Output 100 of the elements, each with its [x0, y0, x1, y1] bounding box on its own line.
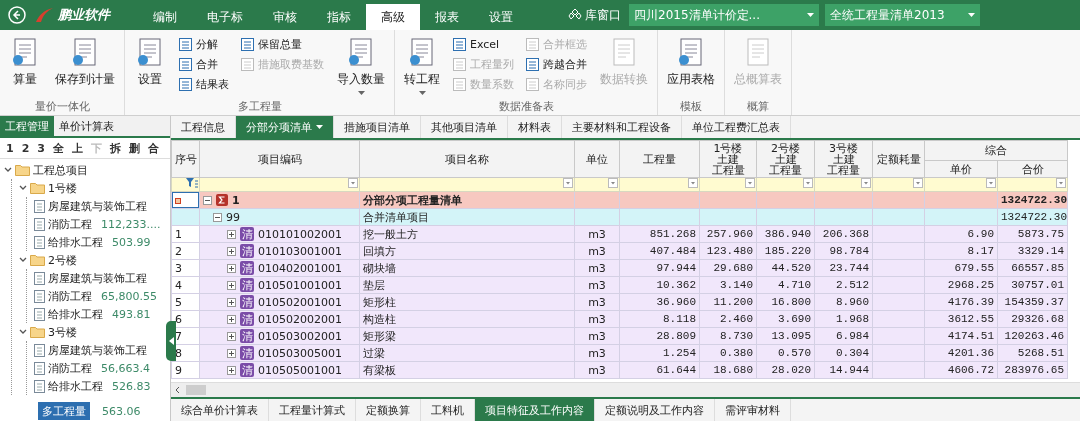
collapse-icon[interactable]	[203, 195, 212, 205]
collapse-icon[interactable]	[213, 212, 222, 222]
item-code: 010501001001	[258, 278, 342, 292]
tree-item-value: 503.99	[112, 235, 151, 249]
tree-item[interactable]: 消防工程	[48, 360, 92, 376]
tree-item[interactable]: 消防工程	[48, 216, 92, 232]
ribbon-button[interactable]: 保存到计量	[52, 34, 118, 99]
detail-tab[interactable]: 定额说明及工作内容	[595, 399, 715, 421]
menu-tab[interactable]: 指标	[312, 4, 366, 30]
column-header: 3号楼 土建 工程量	[814, 140, 873, 178]
group-label: 模板	[679, 99, 703, 115]
expand-icon[interactable]	[227, 314, 236, 324]
tree-tool-button[interactable]: 3	[34, 141, 48, 155]
detail-tab[interactable]: 定额换算	[356, 399, 421, 421]
sidebar-tab[interactable]: 单价计算表	[54, 116, 119, 136]
sheet-tab[interactable]: 分部分项清单	[236, 116, 334, 138]
detail-tab[interactable]: 工程量计算式	[269, 399, 356, 421]
menu-tab[interactable]: 设置	[474, 4, 528, 30]
tree-item[interactable]: 给排水工程	[48, 378, 103, 394]
tree-tool-button[interactable]: 上	[68, 140, 86, 156]
bottom-tab[interactable]: 多工程量	[38, 402, 90, 420]
tree-tool-button[interactable]: 2	[18, 141, 33, 155]
sheet-tab[interactable]: 材料表	[508, 116, 562, 138]
chevron-down-icon[interactable]	[19, 184, 27, 192]
ribbon-button[interactable]: 跨越合并	[524, 56, 589, 73]
chevron-down-icon[interactable]	[4, 166, 12, 174]
collapse-handle[interactable]	[166, 321, 176, 361]
tree-item-value: 493.81	[112, 307, 151, 321]
tree-item[interactable]: 给排水工程	[48, 306, 103, 322]
expand-icon[interactable]	[227, 280, 236, 290]
ribbon-button[interactable]: 算量	[6, 34, 44, 99]
document-icon	[34, 235, 45, 249]
folder-icon	[30, 326, 45, 338]
detail-tab[interactable]: 综合单价计算表	[171, 399, 269, 421]
expand-icon[interactable]	[227, 229, 236, 239]
ribbon-button[interactable]: 结果表	[177, 76, 231, 93]
ribbon-button[interactable]: 保留总量	[239, 36, 326, 53]
horizontal-scrollbar[interactable]	[171, 382, 1080, 397]
scrollbar-thumb[interactable]	[186, 385, 206, 395]
tree-item[interactable]: 房屋建筑与装饰工程	[48, 270, 147, 286]
sheet-tab[interactable]: 单位工程费汇总表	[682, 116, 791, 138]
folder-icon	[15, 164, 30, 176]
tree-item[interactable]: 工程总项目	[33, 162, 88, 178]
tree-tool-button[interactable]: 1	[3, 141, 17, 155]
column-header: 工程量	[619, 140, 700, 178]
column-group-header: 综合	[924, 140, 1068, 161]
tree-tool-button[interactable]: 删	[125, 140, 143, 156]
sheet-tab[interactable]: 措施项目清单	[334, 116, 421, 138]
ribbon-button[interactable]: Excel	[451, 36, 516, 53]
document-icon	[34, 379, 45, 393]
chevron-down-icon[interactable]	[19, 328, 27, 336]
ribbon-button[interactable]: 合并	[177, 56, 231, 73]
column-header: 2号楼 土建 工程量	[756, 140, 815, 178]
tree-item-value: 526.83	[112, 379, 151, 393]
tree-tool-button[interactable]: 合	[144, 140, 162, 156]
library-window-button[interactable]: 库窗口	[566, 6, 623, 24]
menu-tab[interactable]: 电子标	[192, 4, 258, 30]
group-label: 数据准备表	[497, 99, 555, 115]
item-code: 010502001001	[258, 295, 342, 309]
expand-icon[interactable]	[227, 331, 236, 341]
filter-icon[interactable]	[186, 178, 198, 188]
chevron-down-icon[interactable]	[19, 256, 27, 264]
detail-tab[interactable]: 项目特征及工作内容	[475, 399, 595, 421]
tree-item[interactable]: 给排水工程	[48, 234, 103, 250]
list-badge: 清	[240, 295, 254, 309]
sidebar-tab[interactable]: 工程管理	[0, 116, 54, 136]
menu-tab[interactable]: 高级	[366, 4, 420, 30]
tree-tool-button[interactable]: 拆	[106, 140, 124, 156]
list-badge: 清	[240, 363, 254, 377]
expand-icon[interactable]	[227, 246, 236, 256]
sheet-tab[interactable]: 主要材料和工程设备	[562, 116, 682, 138]
list-icon	[241, 38, 254, 51]
detail-tab[interactable]: 需评审材料	[715, 399, 791, 421]
document-icon	[34, 361, 45, 375]
tree-item[interactable]: 房屋建筑与装饰工程	[48, 198, 147, 214]
ribbon-button[interactable]: 设置	[131, 34, 169, 99]
list-badge: 清	[240, 346, 254, 360]
expand-icon[interactable]	[227, 263, 236, 273]
tree-item[interactable]: 2号楼	[48, 252, 77, 268]
list-icon	[179, 38, 192, 51]
tree-item[interactable]: 消防工程	[48, 288, 92, 304]
ribbon-button[interactable]: 导入数量	[334, 34, 388, 99]
item-code: 99	[226, 210, 240, 224]
menu-tab[interactable]: 报表	[420, 4, 474, 30]
tree-tool-button[interactable]: 全	[49, 140, 67, 156]
group-label: 概算	[746, 99, 770, 115]
scroll-left-icon[interactable]	[174, 386, 182, 394]
back-icon[interactable]	[8, 6, 26, 24]
tree-item[interactable]: 3号楼	[48, 324, 77, 340]
expand-icon[interactable]	[227, 365, 236, 375]
ribbon-button[interactable]: 分解	[177, 36, 231, 53]
menu-tab[interactable]: 编制	[138, 4, 192, 30]
sheet-tab[interactable]: 其他项目清单	[421, 116, 508, 138]
tree-item[interactable]: 1号楼	[48, 180, 77, 196]
tree-item[interactable]: 房屋建筑与装饰工程	[48, 342, 147, 358]
menu-tab[interactable]: 审核	[258, 4, 312, 30]
expand-icon[interactable]	[227, 348, 236, 358]
ribbon-button[interactable]: 应用表格	[664, 34, 718, 99]
expand-icon[interactable]	[227, 297, 236, 307]
ribbon-button[interactable]: 转工程	[401, 34, 443, 99]
